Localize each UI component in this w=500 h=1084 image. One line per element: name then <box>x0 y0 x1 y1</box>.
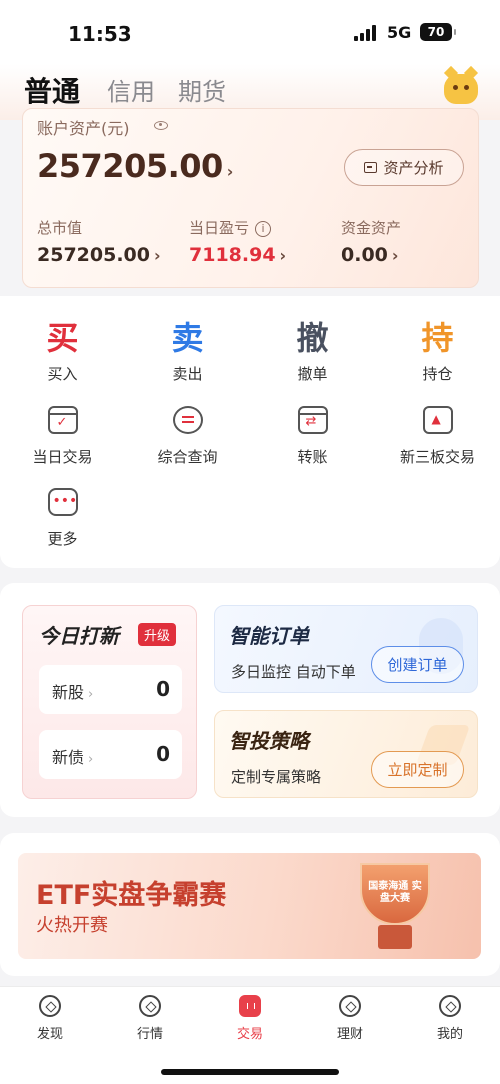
stat-market-value[interactable]: 总市值 257205.00 › <box>37 217 161 266</box>
asset-analysis-button[interactable]: 资产分析 <box>344 149 464 186</box>
ipo-row-stocks[interactable]: 新股 › 0 <box>39 665 182 714</box>
discover-icon <box>39 995 61 1017</box>
promo-panel: 今日打新 升级 新股 › 0 新债 › 0 智能订单 多日监控 自动下单 创建订单 … <box>0 583 500 817</box>
more-icon <box>47 488 78 516</box>
chevron-right-icon: › <box>226 162 234 181</box>
ipo-card[interactable]: 今日打新 升级 新股 › 0 新债 › 0 <box>22 605 197 799</box>
chevron-right-icon: › <box>279 246 287 265</box>
chevron-right-icon: › <box>391 246 399 265</box>
customize-now-button[interactable]: 立即定制 <box>371 751 464 788</box>
cancel-order-button[interactable]: 撤 撤单 <box>250 318 375 384</box>
home-indicator[interactable] <box>161 1069 339 1075</box>
chevron-right-icon: › <box>88 687 94 702</box>
chevron-right-icon: › <box>153 246 161 265</box>
transfer-icon <box>297 406 328 434</box>
sell-button[interactable]: 卖 卖出 <box>125 318 250 384</box>
signal-icon <box>354 25 376 41</box>
nav-profile[interactable]: 我的 <box>410 995 490 1042</box>
daily-trades-button[interactable]: 当日交易 <box>0 406 125 467</box>
eye-icon[interactable] <box>154 121 168 130</box>
more-button[interactable]: 更多 <box>0 488 125 549</box>
chevron-right-icon: › <box>88 752 94 767</box>
trophy-icon: 国泰海通 实盘大赛 <box>348 863 442 955</box>
board-chart-icon <box>422 406 453 434</box>
positions-button[interactable]: 持 持仓 <box>375 318 500 384</box>
create-order-button[interactable]: 创建订单 <box>371 646 464 683</box>
buy-button[interactable]: 买 买入 <box>0 318 125 384</box>
status-bar: 11:53 5G 70 <box>0 0 500 64</box>
tab-normal[interactable]: 普通 <box>24 70 80 110</box>
mascot-cat-icon[interactable] <box>444 74 478 104</box>
status-time: 11:53 <box>68 22 132 46</box>
smart-order-card[interactable]: 智能订单 多日监控 自动下单 创建订单 <box>214 605 478 693</box>
tab-credit[interactable]: 信用 <box>107 72 155 107</box>
stat-cash-assets[interactable]: 资金资产 0.00 › <box>341 217 401 266</box>
info-icon[interactable]: i <box>255 221 272 237</box>
nav-discover[interactable]: 发现 <box>10 995 90 1042</box>
battery-icon: 70 <box>420 23 456 41</box>
calendar-check-icon <box>47 406 78 434</box>
banner-panel: ETF实盘争霸赛 火热开赛 国泰海通 实盘大赛 <box>0 833 500 976</box>
ipo-title: 今日打新 <box>39 624 119 648</box>
asset-label: 账户资产(元) <box>37 119 130 138</box>
wealth-icon <box>339 995 361 1017</box>
profile-icon <box>439 995 461 1017</box>
asset-card: 账户资产(元) 257205.00 › 资产分析 总市值 257205.00 › 当… <box>22 108 479 288</box>
nav-market[interactable]: 行情 <box>110 995 190 1042</box>
new-otc-board-button[interactable]: 新三板交易 <box>375 406 500 467</box>
upgrade-badge[interactable]: 升级 <box>138 623 177 646</box>
analysis-icon <box>364 162 378 173</box>
smart-strategy-card[interactable]: 智投策略 定制专属策略 立即定制 <box>214 710 478 798</box>
market-icon <box>139 995 161 1017</box>
stat-daily-pnl[interactable]: 当日盈亏 i 7118.94 › <box>189 217 286 266</box>
nav-wealth[interactable]: 理财 <box>310 995 390 1042</box>
etf-contest-banner[interactable]: ETF实盘争霸赛 火热开赛 国泰海通 实盘大赛 <box>18 853 481 959</box>
ipo-row-bonds[interactable]: 新债 › 0 <box>39 730 182 779</box>
tab-futures[interactable]: 期货 <box>178 72 226 107</box>
trade-icon <box>239 995 261 1017</box>
network-type: 5G <box>387 23 412 42</box>
nav-trade[interactable]: 交易 <box>210 995 290 1042</box>
query-icon <box>172 406 203 434</box>
query-button[interactable]: 综合查询 <box>125 406 250 467</box>
function-panel: 买 买入 卖 卖出 撤 撤单 持 持仓 当日交易 综合查询 转账 新三板交易 更… <box>0 296 500 568</box>
asset-total[interactable]: 257205.00 › <box>37 147 233 185</box>
transfer-button[interactable]: 转账 <box>250 406 375 467</box>
